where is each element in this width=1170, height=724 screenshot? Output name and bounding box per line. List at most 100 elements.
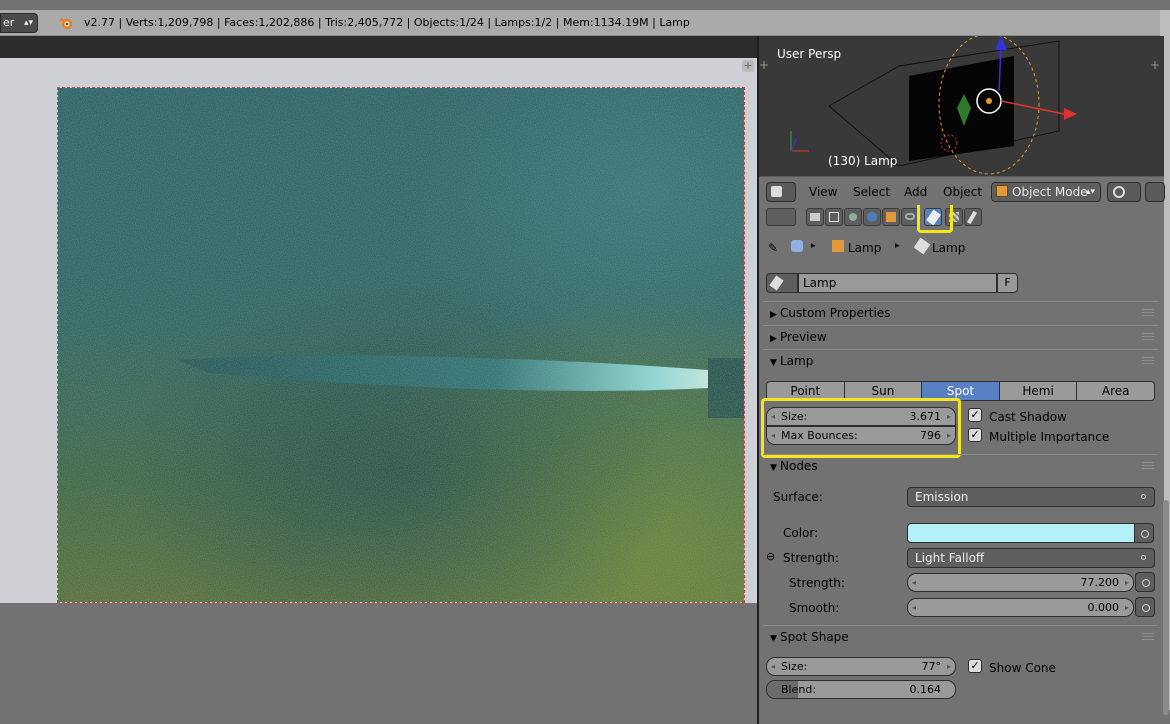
surface-label: Surface: xyxy=(773,490,823,504)
spot-blend-slider[interactable]: Blend: 0.164 xyxy=(766,680,956,699)
tab-render-layers[interactable] xyxy=(825,208,843,226)
camera-icon xyxy=(810,213,820,221)
show-cone-checkbox[interactable]: ✓ xyxy=(968,659,982,673)
strength-node-dropdown[interactable]: Light Falloff xyxy=(907,548,1155,568)
viewport-shading-button[interactable] xyxy=(1107,182,1141,202)
properties-tabs xyxy=(759,205,1164,233)
arrow-left-icon[interactable]: ◂ xyxy=(912,599,916,616)
falloff-strength-field[interactable]: ◂ 77.200 ▸ xyxy=(907,573,1134,592)
panel-lamp[interactable]: ▼ Lamp xyxy=(763,349,1158,371)
color-socket-button[interactable] xyxy=(1134,523,1154,543)
blender-logo-icon xyxy=(59,18,72,29)
layers-icon xyxy=(829,212,839,222)
falloff-strength-value: 77.200 xyxy=(1080,576,1120,589)
tab-render[interactable] xyxy=(806,208,824,226)
3d-viewport-header: View Select Add Object Object Mode ▴▾ xyxy=(759,176,1165,205)
drag-grip-icon[interactable] xyxy=(1142,308,1154,316)
info-header: er ▴▾ v2.77 | Verts:1,209,798 | Faces:1,… xyxy=(0,10,1165,36)
multiple-importance-label: Multiple Importance xyxy=(989,430,1110,444)
socket-icon xyxy=(1141,555,1146,560)
menu-object[interactable]: Object xyxy=(943,185,982,199)
cube-icon xyxy=(771,186,782,197)
mode-label: Object Mode xyxy=(1012,185,1088,199)
panel-nodes[interactable]: ▼ Nodes xyxy=(763,454,1158,476)
render-result-image xyxy=(57,87,745,603)
fake-user-button[interactable]: F xyxy=(997,273,1018,293)
breadcrumb-lamp-data: Lamp xyxy=(932,241,966,255)
arrow-right-icon[interactable]: ▸ xyxy=(947,658,951,675)
drag-grip-icon[interactable] xyxy=(1142,356,1154,364)
properties-editor-type-button[interactable] xyxy=(766,208,796,226)
triangle-down-icon: ▼ xyxy=(770,358,777,368)
lamp-icon xyxy=(769,275,784,291)
lamp-datablock-selector: Lamp F xyxy=(766,273,1018,293)
panel-preview[interactable]: ▶ Preview xyxy=(763,325,1158,347)
image-editor-header xyxy=(0,36,757,58)
multiple-importance-checkbox[interactable]: ✓ xyxy=(968,428,982,442)
drag-grip-icon[interactable] xyxy=(1142,461,1154,469)
drag-grip-icon[interactable] xyxy=(1142,332,1154,340)
globe-icon xyxy=(1113,186,1125,198)
smooth-socket-button[interactable] xyxy=(1135,597,1155,617)
color-label: Color: xyxy=(783,526,819,540)
scene-icon xyxy=(849,213,857,221)
tab-particles[interactable] xyxy=(964,208,982,226)
panel-custom-properties[interactable]: ▶ Custom Properties xyxy=(763,301,1158,323)
menu-select[interactable]: Select xyxy=(853,185,890,199)
show-cone-label: Show Cone xyxy=(989,661,1056,675)
editor-type-menu[interactable]: er ▴▾ xyxy=(0,13,38,33)
region-expand-icon[interactable]: + xyxy=(742,60,754,72)
object-icon xyxy=(886,212,896,222)
spot-size-field[interactable]: ◂ Size: 77° ▸ xyxy=(766,657,956,676)
panel-spot-shape[interactable]: ▼ Spot Shape xyxy=(763,625,1158,647)
3d-viewport[interactable]: User Persp + + (130) Lamp xyxy=(759,36,1164,176)
surface-shader-dropdown[interactable]: Emission xyxy=(907,487,1155,507)
strength-node-value: Light Falloff xyxy=(915,551,985,565)
cast-shadow-checkbox[interactable]: ✓ xyxy=(968,408,982,422)
lamp-type-hemi[interactable]: Hemi xyxy=(999,382,1078,400)
brush-icon xyxy=(967,210,977,225)
arrow-right-icon[interactable]: ▸ xyxy=(1125,599,1129,616)
tab-object[interactable] xyxy=(882,208,900,226)
smooth-field[interactable]: ◂ 0.000 ▸ xyxy=(907,598,1134,617)
arrow-right-icon[interactable]: ▸ xyxy=(1125,574,1129,591)
collapse-minus-icon[interactable]: ⊖ xyxy=(766,550,775,563)
pivot-button[interactable] xyxy=(1145,182,1165,202)
size-bounces-highlight xyxy=(761,398,961,458)
arrow-left-icon[interactable]: ◂ xyxy=(771,658,775,675)
breadcrumb: ✎ ▸ Lamp ▸ Lamp xyxy=(759,237,1159,256)
triangle-down-icon: ▼ xyxy=(770,463,777,473)
panel-title: Lamp xyxy=(780,354,814,368)
arrow-left-icon[interactable]: ◂ xyxy=(912,574,916,591)
panel-title: Spot Shape xyxy=(780,630,849,644)
pin-icon[interactable]: ✎ xyxy=(768,241,778,255)
emission-color-swatch[interactable] xyxy=(907,523,1135,543)
lamp-icon xyxy=(913,237,931,255)
smooth-label: Smooth: xyxy=(789,601,840,615)
datablock-browse-button[interactable] xyxy=(766,273,798,293)
strength-socket-button[interactable] xyxy=(1135,572,1155,592)
panel-title: Preview xyxy=(780,330,827,344)
datablock-name-field[interactable]: Lamp xyxy=(798,273,997,293)
menu-add[interactable]: Add xyxy=(904,185,927,199)
mode-selector[interactable]: Object Mode ▴▾ xyxy=(991,182,1101,202)
spot-blend-value: 0.164 xyxy=(909,683,942,696)
scene-icon xyxy=(791,240,803,252)
properties-scrollbar[interactable] xyxy=(1163,500,1169,715)
active-object-label: (130) Lamp xyxy=(828,154,898,168)
properties-editor: ✎ ▸ Lamp ▸ Lamp Lamp F ▶ Custom Propertie… xyxy=(759,205,1164,724)
triangle-right-icon: ▶ xyxy=(770,334,777,344)
tab-world[interactable] xyxy=(863,208,881,226)
triangle-right-icon: ▶ xyxy=(770,310,777,320)
lamp-type-area[interactable]: Area xyxy=(1077,382,1154,400)
falloff-strength-label: Strength: xyxy=(789,576,845,590)
socket-icon xyxy=(1141,494,1146,499)
surface-shader-value: Emission xyxy=(915,490,969,504)
tab-scene[interactable] xyxy=(844,208,862,226)
menu-view[interactable]: View xyxy=(809,185,837,199)
spot-size-label: Size: xyxy=(781,660,808,673)
spot-size-value: 77° xyxy=(921,660,942,673)
viewport-editor-type-button[interactable] xyxy=(766,182,796,202)
drag-grip-icon[interactable] xyxy=(1142,632,1154,640)
breadcrumb-object: Lamp xyxy=(848,241,882,255)
